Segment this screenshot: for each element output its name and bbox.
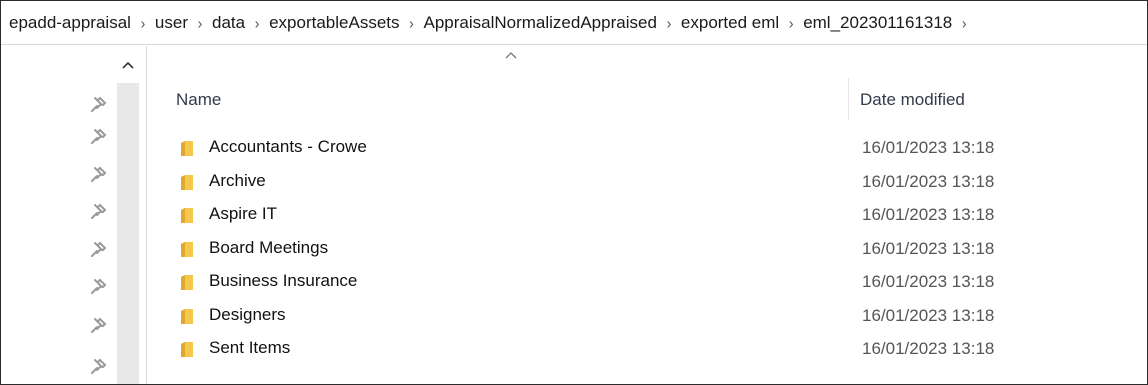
- breadcrumb-separator-icon[interactable]: ›: [402, 14, 422, 32]
- folder-row[interactable]: Archive 16/01/2023 13:18: [147, 167, 1147, 201]
- breadcrumb-item[interactable]: exported eml: [679, 9, 781, 37]
- folder-name: Archive: [209, 170, 266, 190]
- address-bar[interactable]: epadd-appraisal › user › data › exportab…: [1, 1, 1147, 45]
- pin-icon[interactable]: [87, 239, 109, 261]
- breadcrumb-separator-icon[interactable]: ›: [133, 14, 153, 32]
- pin-icon[interactable]: [87, 356, 109, 378]
- folder-icon: [181, 174, 193, 190]
- folder-date-modified: 16/01/2023 13:18: [862, 171, 995, 191]
- folder-icon: [181, 141, 193, 156]
- breadcrumb-separator-icon[interactable]: ›: [781, 14, 801, 32]
- folder-name: Sent Items: [209, 338, 291, 357]
- folder-rows: Accountants - Crowe 16/01/2023 13:18 Arc…: [147, 133, 1147, 368]
- pin-icon[interactable]: [87, 315, 109, 337]
- folder-icon: [181, 208, 193, 223]
- pin-icon[interactable]: [87, 164, 109, 186]
- pin-icon[interactable]: [87, 201, 109, 223]
- column-header-date-modified[interactable]: Date modified: [860, 90, 965, 110]
- folder-name: Designers: [209, 304, 286, 324]
- breadcrumb-item[interactable]: data: [210, 9, 247, 37]
- file-explorer-window: epadd-appraisal › user › data › exportab…: [0, 0, 1148, 385]
- folder-row[interactable]: Designers 16/01/2023 13:18: [147, 301, 1147, 335]
- folder-name: Board Meetings: [209, 237, 329, 257]
- folder-date-modified: 16/01/2023 13:18: [862, 238, 995, 258]
- scrollbar-track[interactable]: [117, 83, 139, 384]
- folder-name: Aspire IT: [209, 204, 278, 223]
- chevron-up-icon: [122, 61, 134, 69]
- column-header-row: Name Date modified: [147, 78, 1147, 120]
- pin-icon[interactable]: [87, 94, 109, 116]
- breadcrumb-item[interactable]: user: [153, 9, 190, 37]
- folder-name: Business Insurance: [209, 271, 358, 290]
- scroll-up-button[interactable]: [117, 46, 139, 83]
- folder-row[interactable]: Board Meetings 16/01/2023 13:18: [147, 234, 1147, 268]
- breadcrumb-item-current[interactable]: eml_202301161318: [801, 9, 954, 37]
- sort-ascending-icon: [505, 52, 517, 59]
- folder-date-modified: 16/01/2023 13:18: [862, 205, 995, 224]
- folder-icon: [181, 241, 193, 257]
- folder-row[interactable]: Accountants - Crowe 16/01/2023 13:18: [147, 133, 1147, 167]
- folder-name: Accountants - Crowe: [209, 137, 367, 156]
- breadcrumb-separator-icon[interactable]: ›: [247, 14, 267, 32]
- breadcrumb-separator-icon[interactable]: ›: [659, 14, 679, 32]
- file-list: Name Date modified Accountants - Crowe 1…: [147, 46, 1147, 384]
- folder-date-modified: 16/01/2023 13:18: [862, 272, 995, 291]
- breadcrumb-item[interactable]: AppraisalNormalizedAppraised: [422, 9, 659, 37]
- breadcrumb-separator-icon[interactable]: ›: [954, 14, 974, 32]
- folder-row[interactable]: Sent Items 16/01/2023 13:18: [147, 334, 1147, 368]
- folder-row[interactable]: Aspire IT 16/01/2023 13:18: [147, 200, 1147, 234]
- folder-icon: [181, 308, 193, 324]
- folder-row[interactable]: Business Insurance 16/01/2023 13:18: [147, 267, 1147, 301]
- breadcrumb-item[interactable]: epadd-appraisal: [7, 9, 133, 37]
- pin-icon[interactable]: [87, 276, 109, 298]
- folder-date-modified: 16/01/2023 13:18: [862, 339, 995, 358]
- folder-date-modified: 16/01/2023 13:18: [862, 305, 995, 325]
- folder-icon: [181, 342, 193, 357]
- breadcrumb-separator-icon[interactable]: ›: [190, 14, 210, 32]
- breadcrumb-item[interactable]: exportableAssets: [267, 9, 401, 37]
- pin-icon[interactable]: [87, 126, 109, 148]
- column-header-name[interactable]: Name: [176, 90, 221, 110]
- folder-icon: [181, 275, 193, 290]
- column-divider[interactable]: [848, 78, 849, 120]
- folder-date-modified: 16/01/2023 13:18: [862, 138, 995, 157]
- navigation-pane: [1, 46, 147, 384]
